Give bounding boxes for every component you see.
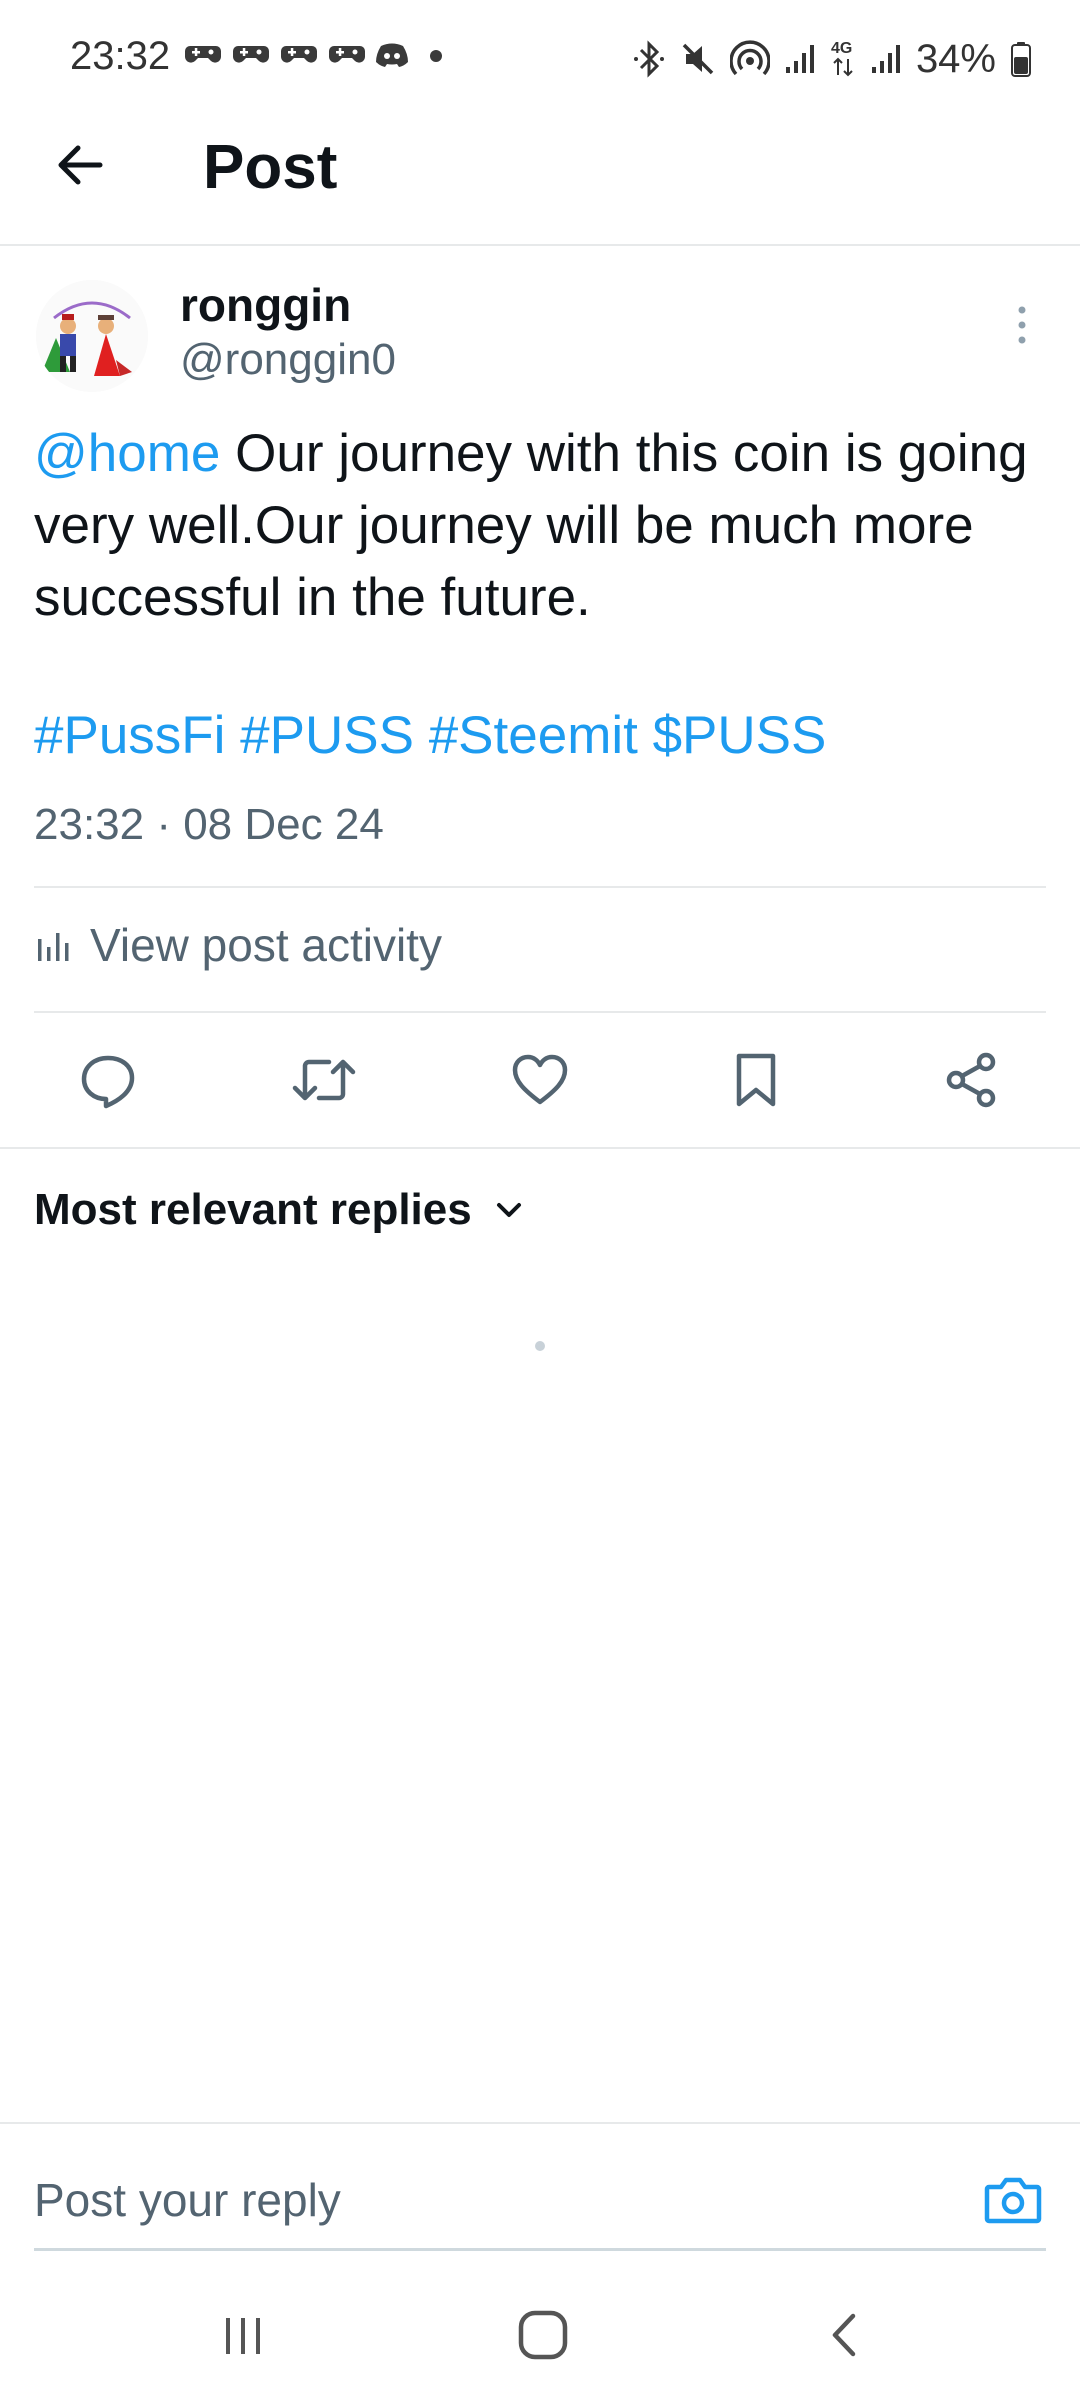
dot-icon [430,50,442,62]
hashtags[interactable]: #PussFi #PUSS #Steemit $PUSS [34,705,826,766]
activity-label: View post activity [90,919,442,971]
battery-icon [1011,42,1031,77]
more-vertical-icon [1018,306,1026,344]
reply-button[interactable] [68,1040,148,1120]
more-options-button[interactable] [1002,300,1042,350]
battery-percentage: 34% [915,36,996,81]
system-back-button[interactable] [800,2290,890,2380]
reply-input-underline [34,2248,1046,2251]
bookmark-icon [736,1053,776,1107]
author-name[interactable]: ronggin [180,278,351,332]
signal-icon [785,45,814,73]
replies-sort-dropdown[interactable]: Most relevant replies [34,1185,526,1235]
view-post-activity-button[interactable]: View post activity [34,918,442,972]
analytics-icon [38,933,69,961]
camera-icon [984,2177,1042,2224]
like-button[interactable] [500,1040,580,1120]
mute-icon [682,43,714,75]
post-text: @home Our journey with this coin is goin… [34,418,1044,634]
divider [34,1011,1046,1013]
post-timestamp: 23:32 · 08 Dec 24 [34,800,384,849]
4g-icon: 4G [831,40,853,77]
actions-divider [0,1147,1080,1149]
like-icon [512,1054,568,1105]
avatar[interactable] [36,280,148,392]
recent-apps-icon [226,2318,260,2354]
camera-button[interactable] [978,2165,1048,2235]
home-icon [518,2310,568,2360]
share-icon [946,1052,996,1108]
repost-button[interactable] [284,1040,364,1120]
game-controller-icon [232,40,270,70]
mention-link[interactable]: @home [34,424,220,483]
svg-text:4G: 4G [831,40,852,57]
header-divider [0,244,1080,246]
loading-indicator [535,1341,545,1351]
game-controller-icon [280,40,318,70]
bluetooth-icon [633,40,664,78]
system-status-icons: 4G 34% [632,34,1032,84]
page-title: Post [203,133,338,202]
arrow-left-icon [58,145,103,185]
bookmark-button[interactable] [716,1040,796,1120]
reply-bar-divider [0,2122,1080,2124]
status-bar: 23:32 4G 34% [0,0,1080,120]
game-controller-icon [328,40,366,70]
chevron-left-icon [832,2313,856,2357]
reply-icon [81,1055,135,1109]
signal-icon [871,45,900,73]
share-button[interactable] [932,1040,1012,1120]
author-handle[interactable]: @ronggin0 [180,335,396,385]
hotspot-icon [729,40,770,76]
reply-input[interactable] [34,2165,914,2235]
recent-apps-button[interactable] [198,2290,288,2380]
home-button[interactable] [498,2290,588,2380]
repost-icon [292,1059,356,1101]
chevron-down-icon [496,1203,521,1217]
discord-icon [374,40,412,70]
status-time: 23:32 [70,34,171,78]
replies-sort-label: Most relevant replies [34,1185,472,1234]
game-controller-icon [184,40,222,70]
divider [34,886,1046,888]
back-button[interactable] [40,125,120,205]
